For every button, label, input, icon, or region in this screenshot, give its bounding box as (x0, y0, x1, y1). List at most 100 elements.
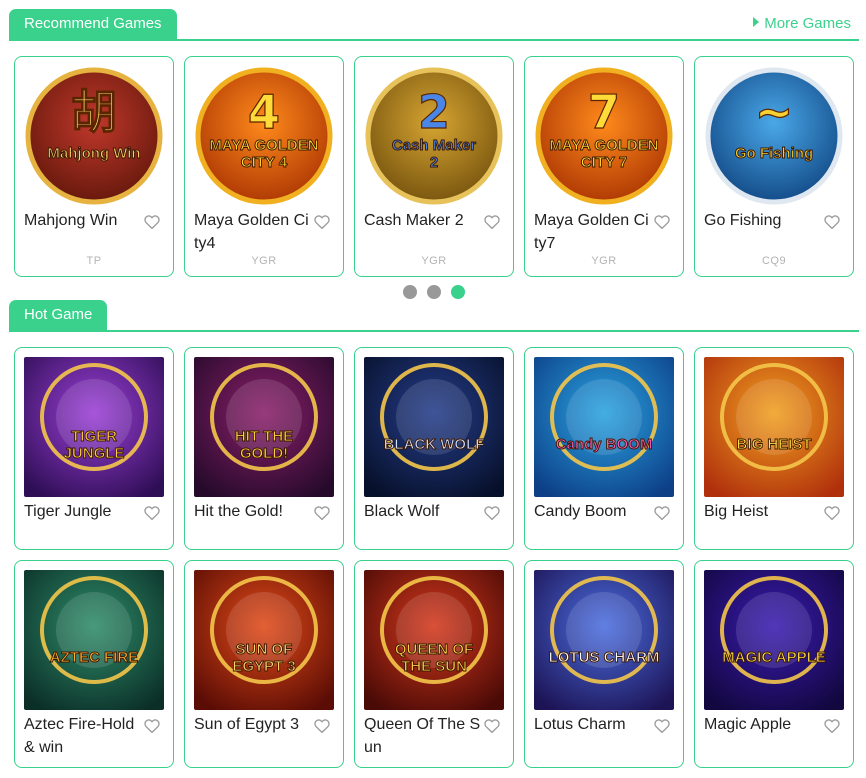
game-art-text: Mahjong Win (47, 145, 140, 162)
game-thumbnail[interactable]: 胡 Mahjong Win (24, 66, 164, 206)
game-thumbnail[interactable]: HIT THE GOLD! (194, 357, 334, 497)
game-thumbnail[interactable]: Candy BOOM (534, 357, 674, 497)
game-thumbnail[interactable]: 7 MAYA GOLDEN CITY 7 (534, 66, 674, 206)
game-card-maya-golden-city7[interactable]: 7 MAYA GOLDEN CITY 7 Maya Golden City7 YGR (524, 56, 684, 277)
recommend-games-tab: Recommend Games (9, 9, 177, 39)
game-thumbnail[interactable]: LOTUS CHARM (534, 570, 674, 710)
game-provider: CQ9 (761, 255, 787, 267)
hot-game-tab: Hot Game (9, 300, 108, 330)
game-thumbnail[interactable]: BLACK WOLF (364, 357, 504, 497)
game-card-sun-of-egypt-3[interactable]: SUN OF EGYPT 3 Sun of Egypt 3 (184, 560, 344, 768)
game-title[interactable]: Maya Golden City4 (194, 209, 312, 255)
game-card-tiger-jungle[interactable]: TIGER JUNGLE Tiger Jungle (14, 347, 174, 550)
section-divider (9, 39, 859, 41)
game-title[interactable]: Queen Of The Sun (364, 713, 482, 759)
game-card-cash-maker-2[interactable]: 2 Cash Maker 2 Cash Maker 2 YGR (354, 56, 514, 277)
recommend-games-header: Recommend Games More Games (9, 9, 859, 41)
game-title[interactable]: Magic Apple (704, 713, 822, 736)
favorite-heart-icon[interactable] (313, 717, 331, 735)
game-title[interactable]: Go Fishing (704, 209, 822, 232)
game-provider: TP (86, 255, 102, 267)
game-art-text: GOLD! (240, 445, 288, 462)
game-art-text: MAYA GOLDEN (549, 137, 658, 154)
game-art-text: MAGIC APPLE (722, 649, 826, 666)
favorite-heart-icon[interactable] (653, 213, 671, 231)
game-title[interactable]: Big Heist (704, 500, 822, 523)
game-art-text: CITY 4 (241, 154, 288, 171)
game-thumbnail[interactable]: 4 MAYA GOLDEN CITY 4 (194, 66, 334, 206)
game-art-text: Candy BOOM (556, 436, 653, 453)
game-card-queen-of-the-sun[interactable]: QUEEN OF THE SUN Queen Of The Sun (354, 560, 514, 768)
game-thumbnail[interactable]: QUEEN OF THE SUN (364, 570, 504, 710)
favorite-heart-icon[interactable] (823, 213, 841, 231)
game-title[interactable]: Mahjong Win (24, 209, 142, 232)
game-art-text: Go Fishing (735, 145, 813, 162)
game-title[interactable]: Aztec Fire-Hold & win (24, 713, 142, 759)
game-thumbnail[interactable]: SUN OF EGYPT 3 (194, 570, 334, 710)
favorite-heart-icon[interactable] (483, 213, 501, 231)
game-thumbnail[interactable]: TIGER JUNGLE (24, 357, 164, 497)
game-card-mahjong-win[interactable]: 胡 Mahjong Win Mahjong Win TP (14, 56, 174, 277)
game-thumbnail[interactable]: ~ Go Fishing (704, 66, 844, 206)
favorite-heart-icon[interactable] (823, 717, 841, 735)
game-title[interactable]: Candy Boom (534, 500, 652, 523)
favorite-heart-icon[interactable] (823, 504, 841, 522)
game-art-text: CITY 7 (581, 154, 627, 171)
game-art-text: QUEEN OF (395, 641, 473, 658)
hot-game-header: Hot Game (9, 300, 859, 332)
game-provider: YGR (591, 255, 617, 267)
game-thumbnail[interactable]: MAGIC APPLE (704, 570, 844, 710)
carousel-dot[interactable] (451, 285, 465, 299)
game-title[interactable]: Hit the Gold! (194, 500, 312, 523)
favorite-heart-icon[interactable] (143, 504, 161, 522)
game-title[interactable]: Lotus Charm (534, 713, 652, 736)
game-art-text: 2 (418, 85, 450, 139)
game-title[interactable]: Black Wolf (364, 500, 482, 523)
game-provider: YGR (421, 255, 447, 267)
game-art-text: THE SUN (401, 658, 467, 675)
game-art-text: MAYA GOLDEN (209, 137, 318, 154)
favorite-heart-icon[interactable] (313, 504, 331, 522)
carousel-dot[interactable] (403, 285, 417, 299)
favorite-heart-icon[interactable] (653, 504, 671, 522)
game-title[interactable]: Tiger Jungle (24, 500, 142, 523)
game-art-text: HIT THE (235, 428, 293, 445)
game-art-text: 7 (588, 85, 620, 139)
favorite-heart-icon[interactable] (143, 213, 161, 231)
game-art-text: JUNGLE (64, 445, 125, 462)
game-art-text: TIGER (71, 428, 117, 445)
more-games-link[interactable]: More Games (753, 15, 851, 33)
game-card-hit-the-gold[interactable]: HIT THE GOLD! Hit the Gold! (184, 347, 344, 550)
game-card-black-wolf[interactable]: BLACK WOLF Black Wolf (354, 347, 514, 550)
more-games-label: More Games (764, 15, 851, 32)
game-title[interactable]: Maya Golden City7 (534, 209, 652, 255)
game-thumbnail[interactable]: BIG HEIST (704, 357, 844, 497)
game-art-text: SUN OF (236, 641, 293, 658)
game-thumbnail[interactable]: 2 Cash Maker 2 (364, 66, 504, 206)
game-card-candy-boom[interactable]: Candy BOOM Candy Boom (524, 347, 684, 550)
caret-right-icon (753, 17, 760, 27)
favorite-heart-icon[interactable] (653, 717, 671, 735)
game-thumbnail[interactable]: AZTEC FIRE (24, 570, 164, 710)
game-art-text: AZTEC FIRE (50, 649, 138, 666)
favorite-heart-icon[interactable] (483, 717, 501, 735)
carousel-dot[interactable] (427, 285, 441, 299)
game-art-text: ~ (755, 85, 794, 139)
favorite-heart-icon[interactable] (143, 717, 161, 735)
game-card-magic-apple[interactable]: MAGIC APPLE Magic Apple (694, 560, 854, 768)
game-card-go-fishing[interactable]: ~ Go Fishing Go Fishing CQ9 (694, 56, 854, 277)
game-title[interactable]: Sun of Egypt 3 (194, 713, 312, 736)
game-card-aztec-fire-hold-win[interactable]: AZTEC FIRE Aztec Fire-Hold & win (14, 560, 174, 768)
game-title[interactable]: Cash Maker 2 (364, 209, 482, 232)
game-art-text: EGYPT 3 (232, 658, 295, 675)
game-art-text: 4 (248, 85, 280, 139)
game-art-text: 2 (430, 154, 438, 171)
game-art-text: 胡 (71, 85, 117, 139)
game-art-text: LOTUS CHARM (549, 649, 660, 666)
favorite-heart-icon[interactable] (483, 504, 501, 522)
game-card-big-heist[interactable]: BIG HEIST Big Heist (694, 347, 854, 550)
game-card-lotus-charm[interactable]: LOTUS CHARM Lotus Charm (524, 560, 684, 768)
game-art-text: BIG HEIST (736, 436, 811, 453)
favorite-heart-icon[interactable] (313, 213, 331, 231)
game-card-maya-golden-city4[interactable]: 4 MAYA GOLDEN CITY 4 Maya Golden City4 YGR (184, 56, 344, 277)
